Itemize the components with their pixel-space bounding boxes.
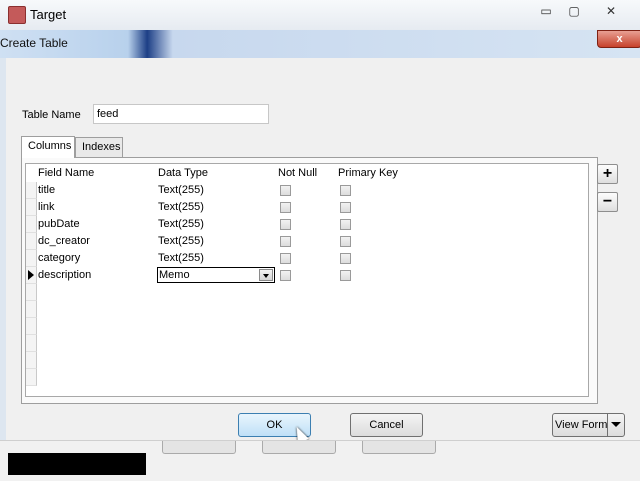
maximize-button[interactable]: ▢ — [560, 2, 588, 20]
not-null-checkbox[interactable] — [280, 270, 291, 281]
empty-row-header — [26, 318, 37, 335]
table-row-current[interactable]: description Memo — [26, 267, 588, 284]
outer-title-bar: Target ▭ ▢ ✕ — [0, 0, 640, 31]
row-header[interactable] — [26, 199, 37, 216]
current-row-indicator[interactable] — [26, 267, 37, 284]
remove-column-button[interactable]: − — [597, 192, 618, 212]
empty-row-header — [26, 301, 37, 318]
not-null-checkbox[interactable] — [280, 185, 291, 196]
data-type-cell[interactable]: Text(255) — [158, 201, 204, 213]
outer-window: Target ▭ ▢ ✕ Create Table x Table Name f… — [0, 0, 640, 481]
field-name-cell[interactable]: pubDate — [38, 218, 80, 230]
data-type-cell[interactable]: Text(255) — [158, 235, 204, 247]
table-name-label: Table Name — [22, 109, 81, 121]
data-type-cell[interactable]: Text(255) — [158, 252, 204, 264]
window-close-button[interactable]: ✕ — [594, 2, 628, 20]
dialog-title-bar: Create Table — [0, 30, 640, 58]
data-type-value: Memo — [159, 269, 190, 281]
row-header[interactable] — [26, 182, 37, 199]
empty-row-header — [26, 284, 37, 301]
minimize-button[interactable]: ▭ — [532, 2, 560, 20]
background-button — [262, 441, 336, 454]
field-name-cell[interactable]: title — [38, 184, 55, 196]
field-name-cell[interactable]: description — [38, 269, 91, 281]
table-row[interactable]: title Text(255) — [26, 182, 588, 199]
app-icon — [8, 6, 26, 24]
header-field-name[interactable]: Field Name — [38, 167, 94, 179]
chevron-down-icon[interactable] — [259, 269, 273, 281]
data-type-select[interactable]: Memo — [157, 267, 275, 283]
chevron-down-icon[interactable] — [607, 414, 624, 436]
tab-columns[interactable]: Columns — [21, 136, 75, 158]
dialog-title: Create Table — [0, 36, 68, 50]
columns-grid[interactable]: Field Name Data Type Not Null Primary Ke… — [25, 163, 589, 397]
field-name-cell[interactable]: category — [38, 252, 80, 264]
not-null-checkbox[interactable] — [280, 253, 291, 264]
tab-indexes[interactable]: Indexes — [75, 137, 123, 157]
table-name-input[interactable]: feed — [93, 104, 269, 124]
header-data-type[interactable]: Data Type — [158, 167, 208, 179]
not-null-checkbox[interactable] — [280, 219, 291, 230]
empty-row-header — [26, 335, 37, 352]
cancel-button[interactable]: Cancel — [350, 413, 423, 437]
background-window-strip — [0, 440, 640, 481]
primary-key-checkbox[interactable] — [340, 219, 351, 230]
header-not-null[interactable]: Not Null — [278, 167, 317, 179]
background-dark-area — [8, 453, 146, 475]
window-title: Target — [30, 7, 67, 22]
primary-key-checkbox[interactable] — [340, 202, 351, 213]
header-primary-key[interactable]: Primary Key — [338, 167, 398, 179]
table-row[interactable]: dc_creator Text(255) — [26, 233, 588, 250]
view-form-button[interactable]: View Form — [552, 413, 625, 437]
data-type-cell[interactable]: Text(255) — [158, 184, 204, 196]
data-type-cell[interactable]: Text(255) — [158, 218, 204, 230]
primary-key-checkbox[interactable] — [340, 270, 351, 281]
view-form-label: View Form — [555, 419, 608, 431]
not-null-checkbox[interactable] — [280, 202, 291, 213]
row-header[interactable] — [26, 250, 37, 267]
row-header[interactable] — [26, 216, 37, 233]
field-name-cell[interactable]: dc_creator — [38, 235, 90, 247]
table-row[interactable]: category Text(255) — [26, 250, 588, 267]
empty-row-header — [26, 369, 37, 386]
table-row[interactable]: link Text(255) — [26, 199, 588, 216]
empty-row-header — [26, 352, 37, 369]
field-name-cell[interactable]: link — [38, 201, 55, 213]
add-column-button[interactable]: + — [597, 164, 618, 184]
not-null-checkbox[interactable] — [280, 236, 291, 247]
background-button — [362, 441, 436, 454]
primary-key-checkbox[interactable] — [340, 253, 351, 264]
table-row[interactable]: pubDate Text(255) — [26, 216, 588, 233]
dialog-close-button[interactable]: x — [597, 30, 640, 48]
row-header[interactable] — [26, 233, 37, 250]
primary-key-checkbox[interactable] — [340, 185, 351, 196]
primary-key-checkbox[interactable] — [340, 236, 351, 247]
background-button — [162, 441, 236, 454]
